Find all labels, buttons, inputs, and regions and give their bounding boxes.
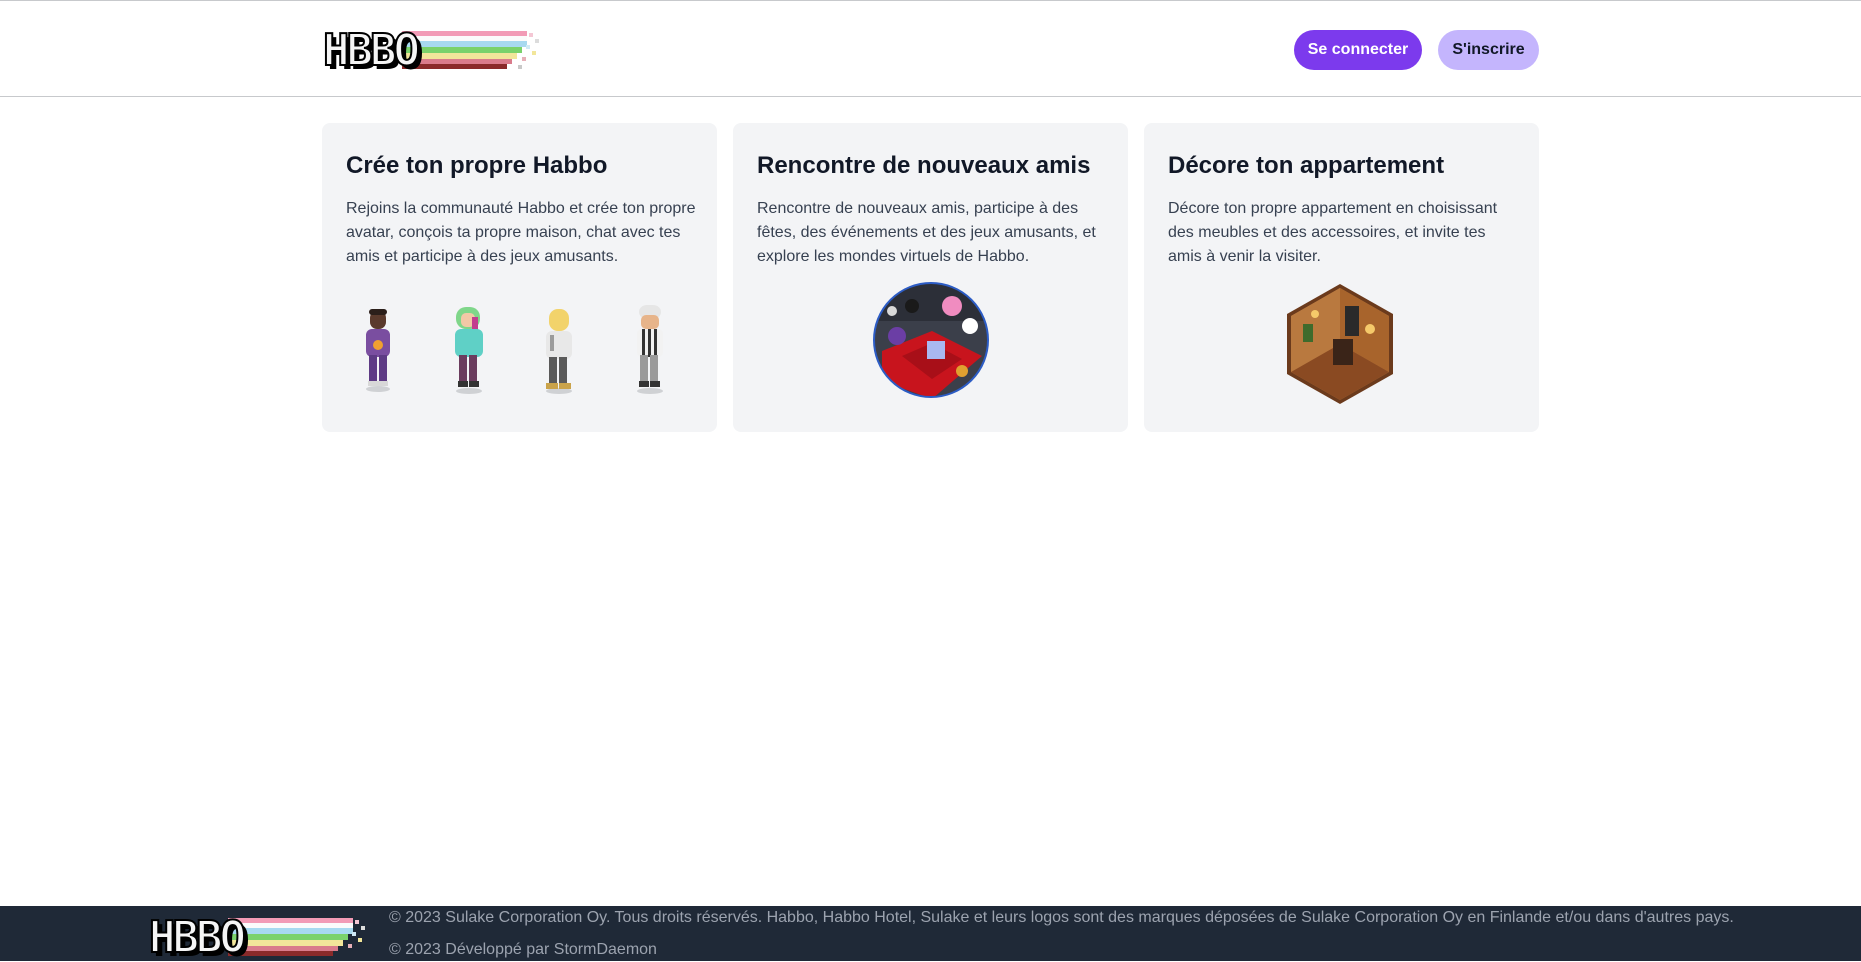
feature-card-create-habbo: Crée ton propre Habbo Rejoins la communa… [322,123,717,432]
avatar-image [546,309,572,394]
svg-text:HBBO: HBBO [323,25,418,75]
apartment-room-image [1287,284,1393,404]
avatar-image [637,305,663,394]
svg-text:HBBO: HBBO [149,912,244,962]
login-button[interactable]: Se connecter [1294,30,1422,70]
site-header: HBBO HBBO Se connecter S'inscrire [0,0,1861,97]
party-room-image [873,282,989,398]
feature-card-meet-friends: Rencontre de nouveaux amis Rencontre de … [733,123,1128,432]
avatar-gallery [322,303,717,403]
avatar-image [366,309,390,392]
card-title: Décore ton appartement [1168,152,1445,179]
avatar-image [455,307,483,394]
card-text: Rencontre de nouveaux amis, participe à … [757,200,1096,265]
footer-habbo-logo: HBBO HBBO [148,912,373,962]
footer-copyright: © 2023 Sulake Corporation Oy. Tous droit… [389,909,1734,926]
site-footer: HBBO HBBO © 2023 Sulake Corporation Oy. … [0,906,1861,962]
card-text: Rejoins la communauté Habbo et crée ton … [346,200,696,265]
register-button[interactable]: S'inscrire [1438,30,1539,70]
habbo-logo[interactable]: HBBO HBBO [322,25,547,75]
feature-card-decorate-room: Décore ton appartement Décore ton propre… [1144,123,1539,432]
card-title: Rencontre de nouveaux amis [757,152,1091,179]
card-text: Décore ton propre appartement en choisis… [1168,200,1498,265]
footer-developer-credit: © 2023 Développé par StormDaemon [389,941,657,958]
card-title: Crée ton propre Habbo [346,152,608,179]
